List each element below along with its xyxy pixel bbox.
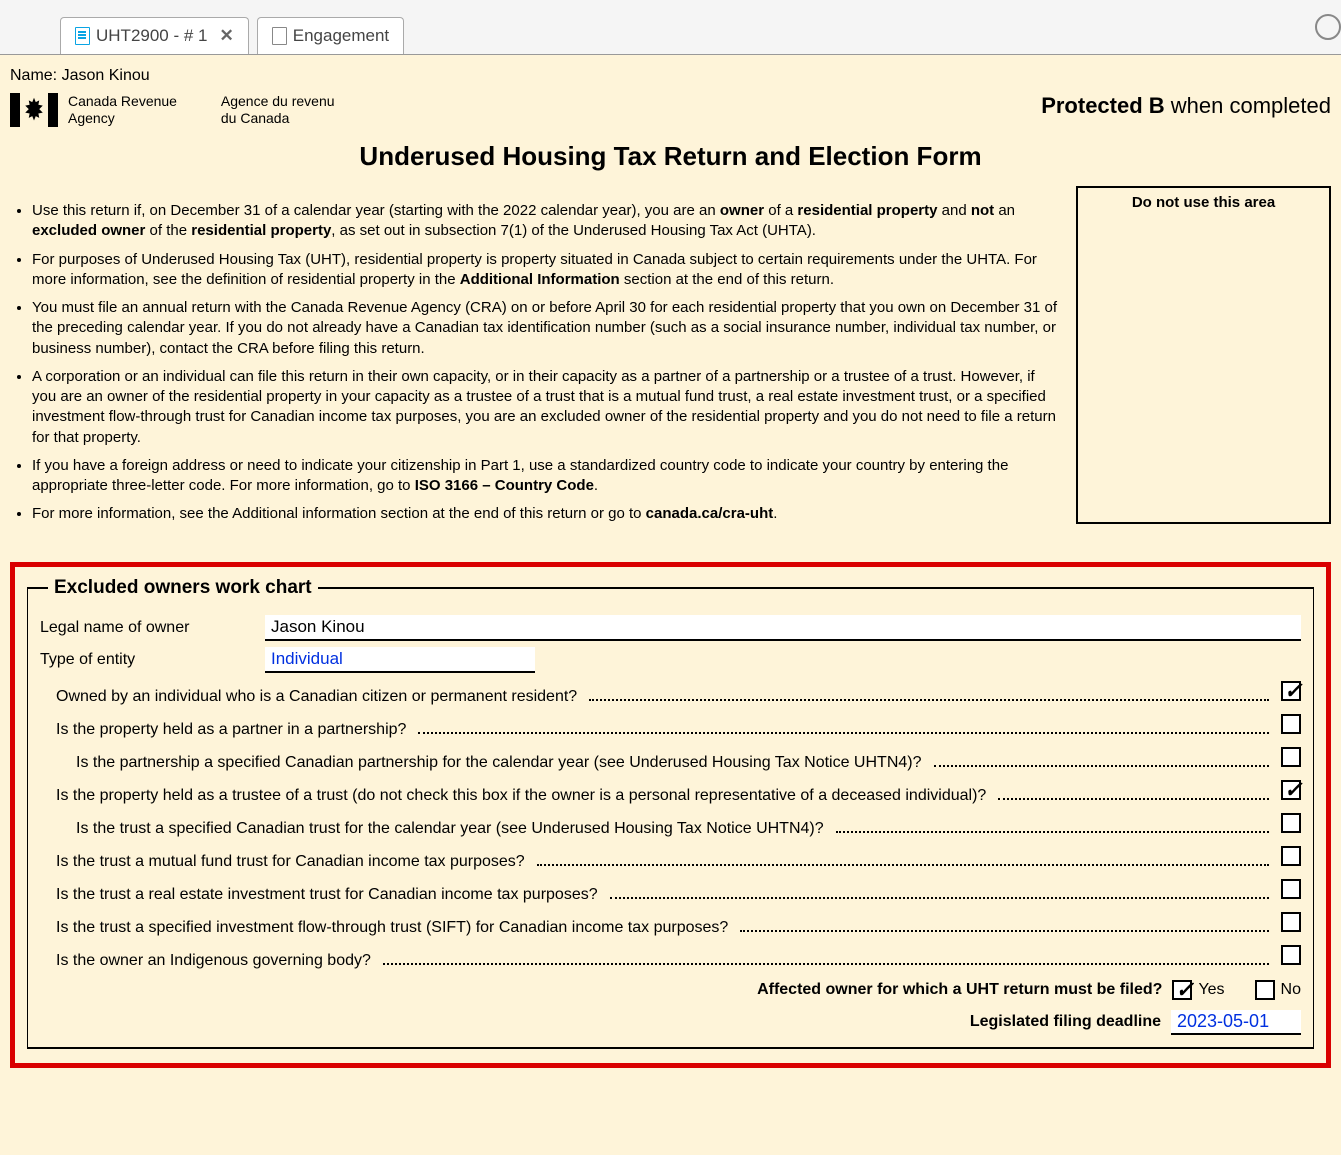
entity-type-row: Type of entity Individual: [40, 647, 1301, 673]
question-row: Is the property held as a trustee of a t…: [40, 780, 1301, 805]
entity-type-field[interactable]: Individual: [265, 647, 535, 673]
bullet-4: A corporation or an individual can file …: [32, 367, 1062, 448]
bullet-3: You must file an annual return with the …: [32, 298, 1062, 359]
question-row: Is the trust a specified Canadian trust …: [40, 813, 1301, 838]
question-checkbox[interactable]: [1281, 813, 1301, 833]
intro-section: Use this return if, on December 31 of a …: [10, 186, 1331, 548]
question-checkbox[interactable]: [1281, 714, 1301, 734]
affected-no-checkbox[interactable]: [1255, 980, 1275, 1000]
entity-type-label: Type of entity: [40, 651, 265, 669]
question-checkbox[interactable]: [1281, 945, 1301, 965]
tab-uht2900[interactable]: UHT2900 - # 1 ✕: [60, 17, 249, 54]
question-label: Is the trust a specified investment flow…: [56, 919, 728, 937]
question-checkbox[interactable]: [1281, 747, 1301, 767]
excluded-owners-work-chart: Excluded owners work chart Legal name of…: [27, 577, 1314, 1049]
question-label: Is the property held as a trustee of a t…: [56, 787, 986, 805]
legal-name-label: Legal name of owner: [40, 619, 265, 637]
form-title: Underused Housing Tax Return and Electio…: [10, 141, 1331, 172]
document-icon: [75, 27, 90, 45]
agency-fr-2: du Canada: [221, 110, 335, 127]
agency-block: Canada Revenue Agency Agence du revenu d…: [10, 93, 335, 127]
legal-name-row: Legal name of owner Jason Kinou: [40, 615, 1301, 641]
question-label: Is the trust a mutual fund trust for Can…: [56, 853, 525, 871]
agency-en-2: Agency: [68, 110, 177, 127]
leader-dots: [589, 688, 1269, 701]
question-checkbox[interactable]: [1281, 780, 1301, 800]
bullet-2: For purposes of Underused Housing Tax (U…: [32, 250, 1062, 291]
protected-bold: Protected B: [1041, 93, 1164, 118]
question-checkbox[interactable]: [1281, 912, 1301, 932]
question-checkbox[interactable]: [1281, 846, 1301, 866]
question-label: Is the property held as a partner in a p…: [56, 721, 406, 739]
question-label: Is the trust a specified Canadian trust …: [76, 820, 824, 838]
agency-text: Canada Revenue Agency Agence du revenu d…: [68, 93, 335, 127]
bullet-5: If you have a foreign address or need to…: [32, 456, 1062, 497]
question-checkbox[interactable]: [1281, 681, 1301, 701]
question-checkbox[interactable]: [1281, 879, 1301, 899]
question-row: Is the trust a specified investment flow…: [40, 912, 1301, 937]
leader-dots: [537, 853, 1269, 866]
affected-yes-checkbox[interactable]: [1172, 980, 1192, 1000]
question-row: Is the trust a real estate investment tr…: [40, 879, 1301, 904]
bullet-6: For more information, see the Additional…: [32, 504, 1062, 524]
canada-flag-icon: [10, 93, 58, 127]
bullet-1: Use this return if, on December 31 of a …: [32, 201, 1062, 242]
name-value: Jason Kinou: [62, 67, 150, 84]
name-label: Name:: [10, 67, 57, 84]
leader-dots: [740, 919, 1269, 932]
leader-dots: [836, 820, 1269, 833]
deadline-label: Legislated filing deadline: [970, 1013, 1161, 1031]
no-label: No: [1281, 981, 1301, 999]
question-label: Is the trust a real estate investment tr…: [56, 886, 598, 904]
highlighted-region: Excluded owners work chart Legal name of…: [10, 562, 1331, 1068]
do-not-use-label: Do not use this area: [1132, 194, 1275, 211]
deadline-row: Legislated filing deadline 2023-05-01: [40, 1010, 1301, 1035]
leader-dots: [610, 886, 1269, 899]
question-label: Owned by an individual who is a Canadian…: [56, 688, 577, 706]
question-row: Is the property held as a partner in a p…: [40, 714, 1301, 739]
question-row: Is the partnership a specified Canadian …: [40, 747, 1301, 772]
agency-en-1: Canada Revenue: [68, 93, 177, 110]
name-line: Name: Jason Kinou: [10, 67, 1331, 85]
deadline-field[interactable]: 2023-05-01: [1171, 1010, 1301, 1035]
tab-bar: UHT2900 - # 1 ✕ Engagement: [0, 0, 1341, 55]
do-not-use-area: Do not use this area: [1076, 186, 1331, 524]
affected-owner-row: Affected owner for which a UHT return mu…: [40, 980, 1301, 1000]
question-row: Is the owner an Indigenous governing bod…: [40, 945, 1301, 970]
leader-dots: [998, 787, 1269, 800]
tab-label: UHT2900 - # 1: [96, 26, 208, 46]
document-icon: [272, 27, 287, 45]
header-row: Canada Revenue Agency Agence du revenu d…: [10, 93, 1331, 127]
affected-owner-label: Affected owner for which a UHT return mu…: [757, 981, 1162, 999]
page-content: Name: Jason Kinou Canada Revenue Agency …: [0, 55, 1341, 1088]
leader-dots: [934, 754, 1270, 767]
leader-dots: [383, 952, 1269, 965]
legal-name-field[interactable]: Jason Kinou: [265, 615, 1301, 641]
protected-label: Protected B when completed: [1041, 93, 1331, 119]
question-label: Is the owner an Indigenous governing bod…: [56, 952, 371, 970]
tab-engagement[interactable]: Engagement: [257, 17, 404, 54]
question-row: Is the trust a mutual fund trust for Can…: [40, 846, 1301, 871]
tab-label: Engagement: [293, 26, 389, 46]
agency-fr-1: Agence du revenu: [221, 93, 335, 110]
protected-rest: when completed: [1165, 93, 1331, 118]
close-icon[interactable]: ✕: [220, 26, 234, 46]
intro-bullets: Use this return if, on December 31 of a …: [10, 201, 1062, 533]
work-chart-legend: Excluded owners work chart: [48, 577, 318, 599]
question-row: Owned by an individual who is a Canadian…: [40, 681, 1301, 706]
leader-dots: [418, 721, 1269, 734]
yes-label: Yes: [1198, 981, 1224, 999]
question-label: Is the partnership a specified Canadian …: [76, 754, 922, 772]
